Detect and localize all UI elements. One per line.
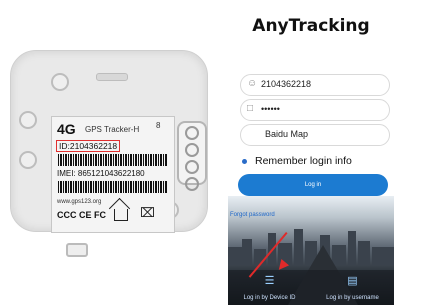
- side-contacts: [177, 121, 207, 191]
- cert-marks: CCC CE FC: [57, 210, 106, 220]
- login-button[interactable]: Log in: [238, 174, 388, 196]
- barcode: [58, 154, 168, 166]
- barcode: [58, 181, 168, 193]
- screw-hole: [19, 111, 37, 129]
- map-value: Baidu Map: [265, 129, 309, 139]
- device-body: 4G GPS Tracker-H 8 ID:2104362218 IMEI: 8…: [10, 50, 208, 257]
- remember-label: Remember login info: [255, 155, 352, 167]
- account-field[interactable]: ☺ 2104362218: [240, 74, 390, 96]
- device-id-highlight: ID:2104362218: [56, 140, 121, 152]
- app-logo: AnyTracking: [252, 16, 370, 36]
- tab-device-id[interactable]: ☰ Log in by Device ID: [228, 275, 311, 301]
- user-icon: ☺: [247, 78, 258, 89]
- radio-dot-icon: [242, 158, 247, 164]
- device-top-slot: [96, 73, 128, 81]
- remember-login[interactable]: Remember login info: [242, 155, 352, 167]
- screw-hole: [51, 73, 69, 91]
- tab-label: Log in by username: [326, 295, 379, 301]
- website-label: www.gps123.org: [57, 199, 102, 205]
- device-label: 4G GPS Tracker-H 8 ID:2104362218 IMEI: 8…: [51, 116, 175, 233]
- password-field[interactable]: □ ••••••: [240, 99, 390, 121]
- tab-username[interactable]: ▤ Log in by username: [311, 275, 394, 301]
- device-photo: 4G GPS Tracker-H 8 ID:2104362218 IMEI: 8…: [0, 30, 215, 258]
- device-clip: [66, 243, 88, 257]
- badge-label: 8: [156, 121, 161, 130]
- lock-icon: □: [247, 103, 254, 114]
- recycle-bin-icon: ⌧: [140, 205, 155, 220]
- id-card-icon: ▤: [347, 275, 358, 287]
- product-label: GPS Tracker-H: [85, 125, 140, 134]
- phone-screen: AnyTracking ☺ 2104362218 □ •••••• Baidu …: [228, 0, 394, 305]
- password-value: ••••••: [261, 104, 280, 114]
- account-value: 2104362218: [261, 79, 312, 89]
- screw-hole: [19, 151, 37, 169]
- tab-label: Log in by Device ID: [243, 295, 296, 301]
- indoor-icon: [114, 209, 128, 221]
- list-icon: ☰: [264, 275, 275, 287]
- imei-label: IMEI: 865121043622180: [57, 169, 145, 178]
- map-select[interactable]: Baidu Map: [240, 124, 390, 146]
- network-label: 4G: [57, 121, 76, 137]
- forgot-password-link[interactable]: Forgot password: [230, 212, 275, 218]
